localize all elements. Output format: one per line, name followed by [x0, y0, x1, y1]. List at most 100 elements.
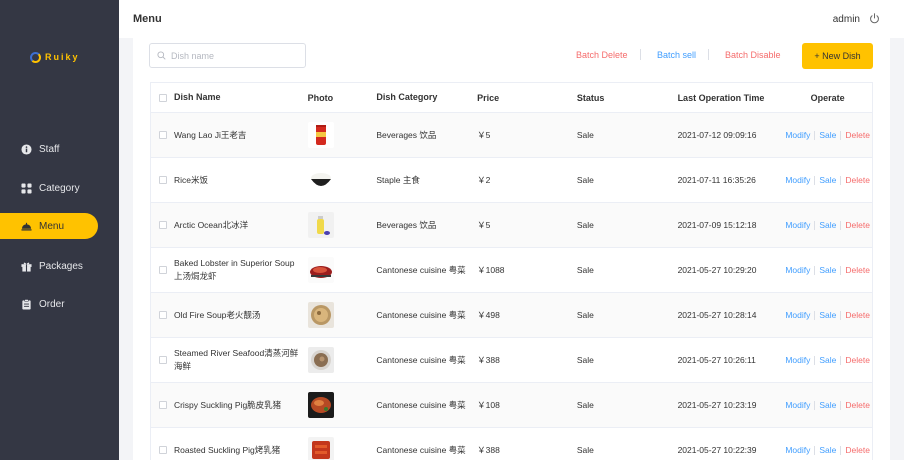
table-row: Baked Lobster in Superior Soup上汤焗龙虾 Canto…	[150, 248, 873, 293]
col-status: Status	[576, 92, 605, 103]
dish-name: Wang Lao Ji王老吉	[173, 129, 247, 140]
sale-link[interactable]: Sale	[819, 445, 836, 455]
op-divider	[814, 310, 816, 320]
toolbar-divider	[708, 49, 709, 60]
search-box[interactable]	[149, 43, 306, 68]
sidebar-item-label: Staff	[39, 143, 60, 155]
row-checkbox[interactable]	[158, 266, 167, 274]
op-divider	[814, 265, 816, 275]
batch-delete-link[interactable]: Batch Delete	[576, 50, 628, 60]
row-operations: Modify Sale Delete	[783, 400, 872, 410]
dish-status: Sale	[576, 400, 594, 410]
dish-name: Arctic Ocean北冰洋	[173, 219, 249, 230]
sidebar-item-category[interactable]: Category	[0, 175, 98, 201]
dish-name: Crispy Suckling Pig脆皮乳猪	[173, 399, 282, 410]
delete-link[interactable]: Delete	[845, 175, 870, 185]
delete-link[interactable]: Delete	[845, 400, 870, 410]
dish-category: Beverages 饮品	[376, 219, 437, 230]
dish-status: Sale	[576, 355, 594, 365]
op-divider	[840, 445, 842, 455]
dish-price: ￥388	[477, 445, 500, 455]
order-icon	[21, 298, 32, 310]
table-row: Roasted Suckling Pig烤乳猪 Cantonese cuisine…	[150, 428, 873, 460]
dish-status: Sale	[576, 175, 594, 185]
modify-link[interactable]: Modify	[785, 265, 810, 275]
sale-link[interactable]: Sale	[819, 400, 836, 410]
modify-link[interactable]: Modify	[785, 445, 810, 455]
row-checkbox[interactable]	[158, 356, 167, 364]
sale-link[interactable]: Sale	[819, 220, 836, 230]
new-dish-button[interactable]: + New Dish	[802, 43, 873, 69]
op-divider	[840, 220, 842, 230]
dish-photo	[307, 257, 334, 283]
dish-category: Cantonese cuisine 粤菜	[376, 354, 466, 365]
sidebar-item-menu[interactable]: Menu	[0, 213, 98, 239]
dish-category: Cantonese cuisine 粤菜	[376, 399, 466, 410]
user-name[interactable]: admin	[833, 14, 860, 25]
toolbar-divider	[640, 49, 641, 60]
sale-link[interactable]: Sale	[819, 175, 836, 185]
app-logo[interactable]: Ruiky	[30, 49, 90, 65]
delete-link[interactable]: Delete	[845, 265, 870, 275]
dish-price: ￥1088	[477, 265, 505, 275]
row-checkbox[interactable]	[158, 176, 167, 184]
delete-link[interactable]: Delete	[845, 355, 870, 365]
delete-link[interactable]: Delete	[845, 220, 870, 230]
sale-link[interactable]: Sale	[819, 310, 836, 320]
dish-category: Beverages 饮品	[376, 129, 437, 140]
row-checkbox[interactable]	[158, 311, 167, 319]
row-operations: Modify Sale Delete	[783, 445, 872, 455]
sale-link[interactable]: Sale	[819, 355, 836, 365]
op-divider	[814, 445, 816, 455]
sale-link[interactable]: Sale	[819, 265, 836, 275]
dish-table: Dish Name Photo Dish Category Price Stat…	[150, 82, 873, 460]
row-checkbox[interactable]	[158, 446, 167, 454]
sidebar-item-staff[interactable]: Staff	[0, 136, 98, 162]
dish-price: ￥498	[477, 310, 500, 320]
op-divider	[814, 355, 816, 365]
modify-link[interactable]: Modify	[785, 175, 810, 185]
select-all-checkbox[interactable]	[158, 93, 167, 102]
row-operations: Modify Sale Delete	[783, 355, 872, 365]
dish-category: Cantonese cuisine 粤菜	[376, 444, 466, 455]
modify-link[interactable]: Modify	[785, 130, 810, 140]
dish-name: Roasted Suckling Pig烤乳猪	[173, 444, 281, 455]
row-checkbox[interactable]	[158, 221, 167, 229]
last-operation-time: 2021-05-27 10:29:20	[677, 265, 757, 275]
dish-price: ￥5	[477, 130, 491, 140]
sidebar-item-label: Packages	[39, 260, 83, 272]
sidebar-item-order[interactable]: Order	[0, 291, 98, 317]
grid-icon	[21, 182, 32, 194]
dish-price: ￥5	[477, 220, 491, 230]
modify-link[interactable]: Modify	[785, 355, 810, 365]
modify-link[interactable]: Modify	[785, 400, 810, 410]
delete-link[interactable]: Delete	[845, 130, 870, 140]
sale-link[interactable]: Sale	[819, 130, 836, 140]
delete-link[interactable]: Delete	[845, 310, 870, 320]
power-icon[interactable]	[869, 13, 880, 24]
dish-photo	[307, 122, 334, 148]
batch-sell-link[interactable]: Batch sell	[657, 50, 696, 60]
sidebar: Ruiky Staff Category Menu Packages Order	[0, 0, 119, 460]
table-row: Wang Lao Ji王老吉 Beverages 饮品 ￥5 Sale 2021-07-…	[150, 113, 873, 158]
op-divider	[814, 220, 816, 230]
batch-disable-link[interactable]: Batch Disable	[725, 50, 781, 60]
top-header: Menu admin	[119, 0, 904, 38]
dish-status: Sale	[576, 130, 594, 140]
search-input[interactable]	[171, 50, 291, 61]
dish-name: Old Fire Soup老火靓汤	[173, 309, 261, 320]
dish-photo	[307, 167, 334, 193]
table-row: Rice米饭 Staple 主食 ￥2 Sale 2021-07-11 16:35:26…	[150, 158, 873, 203]
sidebar-item-packages[interactable]: Packages	[0, 253, 98, 279]
modify-link[interactable]: Modify	[785, 220, 810, 230]
row-checkbox[interactable]	[158, 131, 167, 139]
sidebar-item-label: Category	[39, 182, 80, 194]
table-row: Steamed River Seafood清蒸河鲜海鲜 Cantonese cui…	[150, 338, 873, 383]
delete-link[interactable]: Delete	[845, 445, 870, 455]
dish-name: Baked Lobster in Superior Soup上汤焗龙虾	[173, 258, 295, 281]
last-operation-time: 2021-07-12 09:09:16	[677, 130, 757, 140]
row-checkbox[interactable]	[158, 401, 167, 409]
dish-photo	[307, 302, 334, 328]
modify-link[interactable]: Modify	[785, 310, 810, 320]
col-last-operation-time: Last Operation Time	[677, 92, 765, 103]
